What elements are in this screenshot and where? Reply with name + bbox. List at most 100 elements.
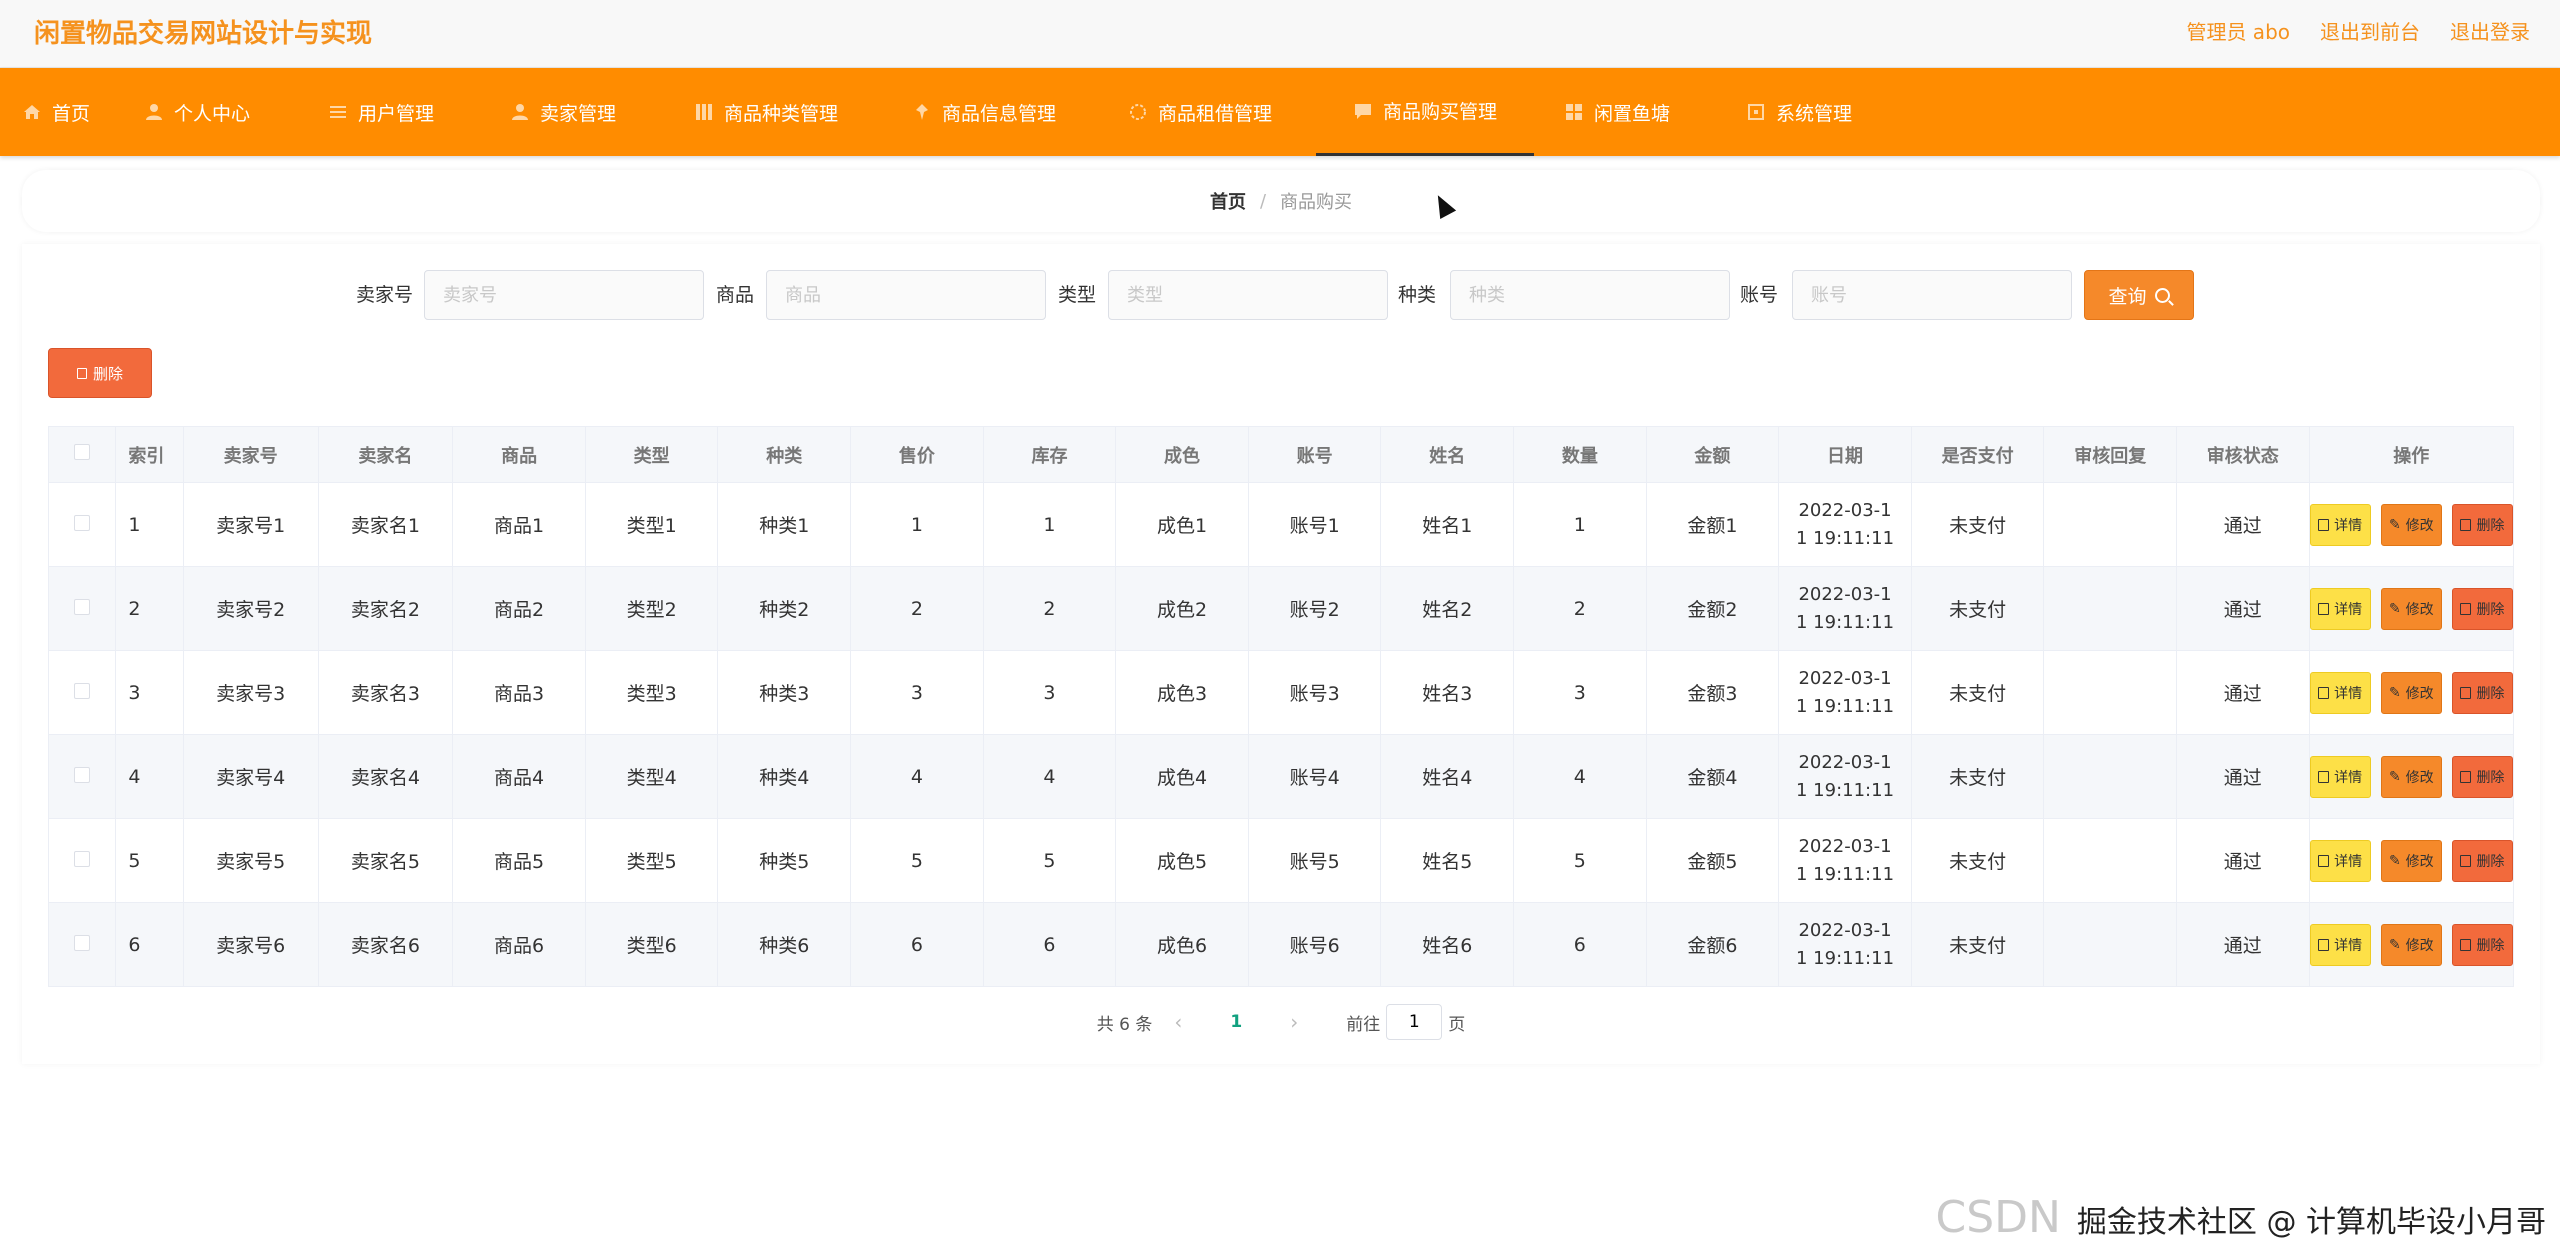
cell-paid: 未支付: [1910, 902, 2045, 987]
row-checkbox[interactable]: [74, 598, 91, 615]
cell-status: 通过: [2176, 566, 2310, 651]
detail-button[interactable]: 详情: [2309, 587, 2371, 630]
edit-button[interactable]: ✎ 修改: [2380, 587, 2442, 630]
edit-label: 修改: [2405, 517, 2434, 534]
nav-item-user-management[interactable]: 用户管理: [328, 68, 434, 156]
detail-button[interactable]: 详情: [2309, 503, 2371, 546]
row-checkbox[interactable]: [74, 514, 91, 531]
query-button[interactable]: 查询: [2084, 270, 2194, 320]
edit-button[interactable]: ✎ 修改: [2380, 755, 2442, 798]
edit-button[interactable]: ✎ 修改: [2380, 923, 2442, 966]
nav-item-category-management[interactable]: 商品种类管理: [694, 68, 838, 156]
nav-item-label: 首页: [52, 102, 91, 125]
edit-button[interactable]: ✎ 修改: [2380, 503, 2442, 546]
detail-label: 详情: [2334, 601, 2363, 618]
account-input[interactable]: [1792, 270, 2072, 320]
table-row[interactable]: 4 卖家号4 卖家名4 商品4 类型4 种类4 4 4 成色4 账号4 姓名4 4 金额4 2022-03…: [47, 734, 2515, 819]
grid-icon: [696, 104, 712, 120]
table-row[interactable]: 6 卖家号6 卖家名6 商品6 类型6 种类6 6 6 成色6 账号6 姓名6 6 金额6 2022-03…: [47, 902, 2515, 987]
cell-price: 1: [850, 482, 984, 567]
cell-reply: [2043, 734, 2177, 819]
detail-button[interactable]: 详情: [2309, 839, 2371, 882]
cell-date: 2022-03-11 19:11:11: [1778, 818, 1912, 903]
detail-button[interactable]: 详情: [2309, 923, 2371, 966]
delete-button[interactable]: 删除: [2451, 671, 2514, 714]
cell-status: 通过: [2176, 734, 2310, 819]
next-page-icon[interactable]: ›: [1290, 1010, 1298, 1034]
edit-button[interactable]: ✎ 修改: [2380, 839, 2442, 882]
cell-stock: 1: [982, 482, 1117, 567]
nav-item-seller-management[interactable]: 卖家管理: [510, 68, 616, 156]
table-row[interactable]: 2 卖家号2 卖家名2 商品2 类型2 种类2 2 2 成色2 账号2 姓名2 2 金额2 2022-03…: [47, 566, 2515, 651]
row-select-cell: [47, 818, 117, 903]
nav-item-rental-management[interactable]: 商品租借管理: [1128, 68, 1272, 156]
nav-item-purchase-management[interactable]: 商品购买管理: [1316, 68, 1534, 156]
detail-button[interactable]: 详情: [2309, 671, 2371, 714]
edit-label: 修改: [2405, 937, 2434, 954]
cell-kind: 种类3: [717, 650, 852, 735]
cell-goods: 商品2: [452, 566, 586, 651]
cell-name: 姓名1: [1380, 482, 1515, 567]
column-header: 操作: [2308, 426, 2515, 483]
pencil-icon: ✎: [2388, 600, 2401, 617]
logout-link[interactable]: 退出登录: [2450, 16, 2530, 45]
row-checkbox[interactable]: [74, 682, 91, 699]
cell-condition: 成色5: [1115, 818, 1249, 903]
watermark: CSDN 掘金技术社区 @ 计算机毕设小月哥: [1935, 1192, 2546, 1243]
breadcrumb-home[interactable]: 首页: [1210, 188, 1246, 214]
nav-item-personal-center[interactable]: 个人中心: [144, 68, 250, 156]
cell-status: 通过: [2176, 818, 2310, 903]
cell-qty: 6: [1513, 902, 1647, 987]
delete-button[interactable]: 删除: [2451, 755, 2514, 798]
delete-label: 删除: [2476, 937, 2505, 954]
actions-cell: 详情 ✎ 修改 删除: [2308, 818, 2515, 903]
detail-label: 详情: [2334, 937, 2363, 954]
cell-status: 通过: [2176, 902, 2310, 987]
cell-type: 类型1: [584, 482, 719, 567]
cell-stock: 6: [982, 902, 1117, 987]
delete-button[interactable]: 删除: [2451, 503, 2514, 546]
cell-paid: 未支付: [1910, 734, 2045, 819]
cell-goods: 商品3: [452, 650, 586, 735]
grid-icon: [1566, 104, 1582, 120]
goods-input[interactable]: [766, 270, 1046, 320]
delete-label: 删除: [2476, 685, 2505, 702]
kind-input[interactable]: [1450, 270, 1730, 320]
nav-item-system-management[interactable]: 系统管理: [1746, 68, 1852, 156]
delete-button[interactable]: 删除: [2451, 839, 2514, 882]
detail-button[interactable]: 详情: [2309, 755, 2371, 798]
bulk-delete-button[interactable]: 删除: [48, 348, 152, 398]
cell-kind: 种类6: [717, 902, 852, 987]
nav-item-home[interactable]: 首页: [22, 68, 90, 156]
page-number[interactable]: 1: [1230, 1012, 1242, 1032]
type-input[interactable]: [1108, 270, 1388, 320]
cell-type: 类型5: [584, 818, 719, 903]
table-row[interactable]: 3 卖家号3 卖家名3 商品3 类型3 种类3 3 3 成色3 账号3 姓名3 3 金额3 2022-03…: [47, 650, 2515, 735]
goto-page-input[interactable]: [1386, 1004, 1443, 1040]
delete-button[interactable]: 删除: [2451, 587, 2514, 630]
prev-page-icon[interactable]: ‹: [1174, 1010, 1182, 1034]
nav-item-idle-pond[interactable]: 闲置鱼塘: [1564, 68, 1670, 156]
total-count: 共 6 条: [1096, 1014, 1153, 1035]
seller-no-input[interactable]: [424, 270, 704, 320]
cell-date: 2022-03-11 19:11:11: [1778, 566, 1912, 651]
admin-label[interactable]: 管理员 abo: [2186, 16, 2290, 45]
edit-button[interactable]: ✎ 修改: [2380, 671, 2442, 714]
select-all-checkbox[interactable]: [74, 444, 91, 460]
back-to-front-link[interactable]: 退出到前台: [2320, 16, 2420, 45]
delete-button[interactable]: 删除: [2451, 923, 2514, 966]
cell-account: 账号1: [1247, 482, 1382, 567]
row-checkbox[interactable]: [74, 850, 91, 867]
cell-seller-name: 卖家名3: [317, 650, 454, 735]
row-checkbox[interactable]: [74, 934, 91, 951]
cell-price: 2: [850, 566, 984, 651]
table-row[interactable]: 1 卖家号1 卖家名1 商品1 类型1 种类1 1 1 成色1 账号1 姓名1 1 金额1 2022-03…: [47, 482, 2515, 567]
delete-label: 删除: [2476, 769, 2505, 786]
document-icon: [2318, 854, 2330, 867]
table-body: 1 卖家号1 卖家名1 商品1 类型1 种类1 1 1 成色1 账号1 姓名1 1 金额1 2022-03…: [47, 482, 2515, 987]
table-row[interactable]: 5 卖家号5 卖家名5 商品5 类型5 种类5 5 5 成色5 账号5 姓名5 5 金额5 2022-03…: [47, 818, 2515, 903]
row-checkbox[interactable]: [74, 766, 91, 783]
cell-seller-name: 卖家名1: [317, 482, 454, 567]
cell-paid: 未支付: [1910, 818, 2045, 903]
nav-item-goods-info-management[interactable]: 商品信息管理: [912, 68, 1056, 156]
